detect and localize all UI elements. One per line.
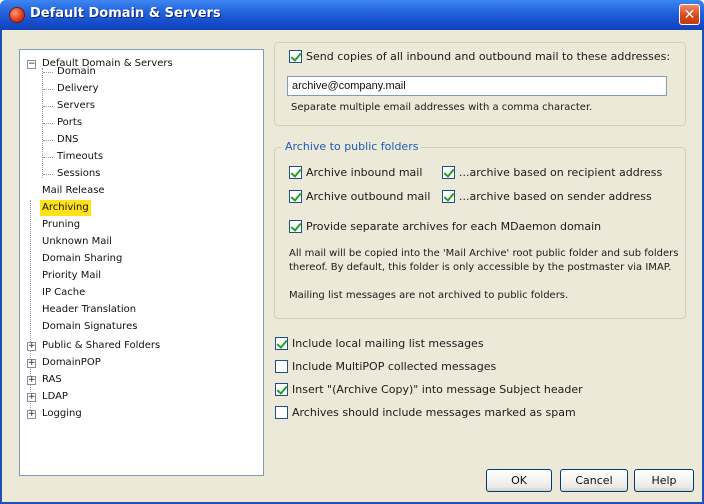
archive-address-input[interactable] bbox=[287, 76, 667, 96]
ok-button[interactable]: OK bbox=[486, 469, 552, 492]
insert-archive-copy-checkbox[interactable] bbox=[275, 383, 288, 396]
archive-outbound-option[interactable]: Archive outbound mail bbox=[289, 190, 430, 203]
app-icon bbox=[9, 7, 25, 23]
tree-item-archiving[interactable]: Archiving bbox=[40, 200, 91, 216]
tree-item-logging[interactable]: Logging bbox=[40, 406, 84, 422]
archive-by-recipient-label: ...archive based on recipient address bbox=[459, 166, 663, 179]
archive-by-recipient-option[interactable]: ...archive based on recipient address bbox=[442, 166, 662, 179]
separate-archives-checkbox[interactable] bbox=[289, 220, 302, 233]
public-folders-legend: Archive to public folders bbox=[282, 140, 422, 153]
expand-icon[interactable]: + bbox=[27, 359, 36, 368]
tree-item-delivery[interactable]: Delivery bbox=[55, 81, 101, 97]
tree-connector bbox=[43, 106, 53, 107]
tree-item-domain-signatures[interactable]: Domain Signatures bbox=[40, 319, 139, 335]
insert-archive-copy-label: Insert "(Archive Copy)" into message Sub… bbox=[292, 383, 583, 396]
tree-item-domainpop[interactable]: DomainPOP bbox=[40, 355, 103, 371]
archive-outbound-label: Archive outbound mail bbox=[306, 190, 431, 203]
tree-connector bbox=[43, 72, 53, 73]
collapse-icon[interactable]: − bbox=[27, 60, 36, 69]
info-text-line3: Mailing list messages are not archived t… bbox=[289, 290, 569, 301]
tree-item-ras[interactable]: RAS bbox=[40, 372, 64, 388]
include-spam-label: Archives should include messages marked … bbox=[292, 406, 576, 419]
tree-item-ports[interactable]: Ports bbox=[55, 115, 84, 131]
insert-archive-copy-option[interactable]: Insert "(Archive Copy)" into message Sub… bbox=[275, 383, 583, 396]
archive-inbound-label: Archive inbound mail bbox=[306, 166, 423, 179]
separate-archives-label: Provide separate archives for each MDaem… bbox=[306, 220, 602, 233]
tree-connector bbox=[43, 89, 53, 90]
archive-by-recipient-checkbox[interactable] bbox=[442, 166, 455, 179]
include-local-lists-option[interactable]: Include local mailing list messages bbox=[275, 337, 484, 350]
tree-item-servers[interactable]: Servers bbox=[55, 98, 97, 114]
include-spam-option[interactable]: Archives should include messages marked … bbox=[275, 406, 576, 419]
close-button[interactable]: ✕ bbox=[679, 4, 700, 25]
close-icon: ✕ bbox=[683, 6, 696, 23]
cancel-button[interactable]: Cancel bbox=[560, 469, 628, 492]
address-hint: Separate multiple email addresses with a… bbox=[291, 102, 593, 113]
archive-inbound-checkbox[interactable] bbox=[289, 166, 302, 179]
tree-connector bbox=[43, 157, 53, 158]
expand-icon[interactable]: + bbox=[27, 393, 36, 402]
title-bar[interactable]: Default Domain & Servers ✕ bbox=[0, 0, 704, 30]
include-multipop-checkbox[interactable] bbox=[275, 360, 288, 373]
include-local-lists-checkbox[interactable] bbox=[275, 337, 288, 350]
expand-icon[interactable]: + bbox=[27, 410, 36, 419]
archive-outbound-checkbox[interactable] bbox=[289, 190, 302, 203]
tree-item-dns[interactable]: DNS bbox=[55, 132, 81, 148]
tree-item-ldap[interactable]: LDAP bbox=[40, 389, 70, 405]
tree-item-unknown-mail[interactable]: Unknown Mail bbox=[40, 234, 114, 250]
tree-item-sessions[interactable]: Sessions bbox=[55, 166, 102, 182]
expand-icon[interactable]: + bbox=[27, 342, 36, 351]
tree-item-mail-release[interactable]: Mail Release bbox=[40, 183, 107, 199]
tree-item-priority-mail[interactable]: Priority Mail bbox=[40, 268, 103, 284]
include-spam-checkbox[interactable] bbox=[275, 406, 288, 419]
archive-by-sender-option[interactable]: ...archive based on sender address bbox=[442, 190, 652, 203]
tree-connector bbox=[43, 123, 53, 124]
include-local-lists-label: Include local mailing list messages bbox=[292, 337, 484, 350]
expand-icon[interactable]: + bbox=[27, 376, 36, 385]
dialog-window: Default Domain & Servers ✕ − Default Dom… bbox=[0, 0, 704, 504]
tree-item-timeouts[interactable]: Timeouts bbox=[55, 149, 105, 165]
window-title: Default Domain & Servers bbox=[30, 6, 221, 21]
include-multipop-label: Include MultiPOP collected messages bbox=[292, 360, 497, 373]
send-copies-checkbox[interactable] bbox=[289, 50, 302, 63]
tree-connector bbox=[43, 174, 53, 175]
archive-inbound-option[interactable]: Archive inbound mail bbox=[289, 166, 422, 179]
archive-by-sender-label: ...archive based on sender address bbox=[459, 190, 652, 203]
send-copies-option[interactable]: Send copies of all inbound and outbound … bbox=[289, 50, 670, 63]
include-multipop-option[interactable]: Include MultiPOP collected messages bbox=[275, 360, 496, 373]
tree-item-domain[interactable]: Domain bbox=[55, 64, 98, 80]
tree-item-ip-cache[interactable]: IP Cache bbox=[40, 285, 87, 301]
separate-archives-option[interactable]: Provide separate archives for each MDaem… bbox=[289, 220, 601, 233]
send-copies-label: Send copies of all inbound and outbound … bbox=[306, 50, 671, 63]
tree-item-public-shared-folders[interactable]: Public & Shared Folders bbox=[40, 338, 162, 354]
tree-item-pruning[interactable]: Pruning bbox=[40, 217, 82, 233]
info-text-line2: thereof. By default, this folder is only… bbox=[289, 262, 672, 273]
settings-tree[interactable]: − Default Domain & Servers Domain Delive… bbox=[19, 49, 264, 476]
help-button[interactable]: Help bbox=[634, 469, 694, 492]
tree-item-domain-sharing[interactable]: Domain Sharing bbox=[40, 251, 124, 267]
tree-item-header-translation[interactable]: Header Translation bbox=[40, 302, 138, 318]
info-text-line1: All mail will be copied into the 'Mail A… bbox=[289, 248, 679, 259]
archive-by-sender-checkbox[interactable] bbox=[442, 190, 455, 203]
tree-connector bbox=[43, 140, 53, 141]
